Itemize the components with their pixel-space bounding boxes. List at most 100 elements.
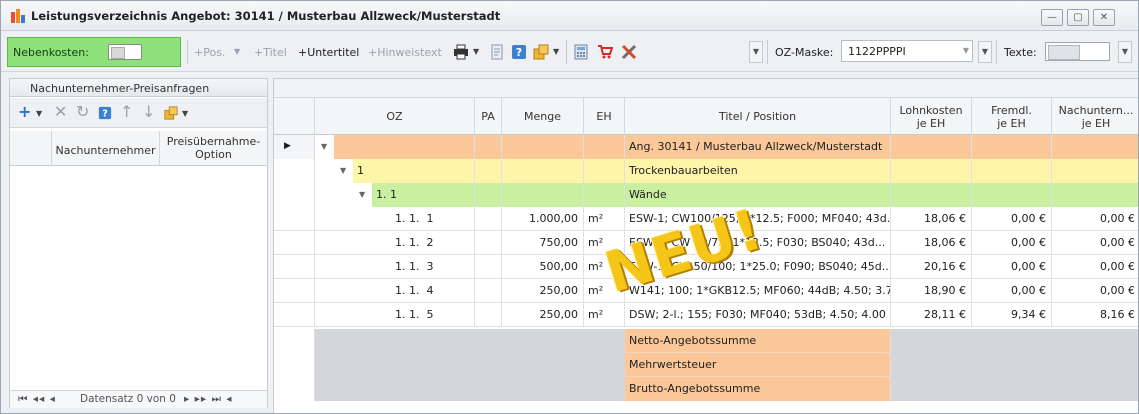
chevron-down-icon[interactable]: ▼ — [749, 41, 763, 63]
summary-row: Netto-Angebotssumme — [274, 329, 1138, 353]
help-icon[interactable]: ? — [511, 44, 527, 60]
column-header-fremdl[interactable]: Fremdl. je EH — [972, 98, 1052, 135]
fremd-cell[interactable]: 0,00 € — [972, 255, 1052, 279]
lohn-cell[interactable]: 20,16 € — [891, 255, 972, 279]
nach-cell[interactable]: 0,00 € — [1052, 207, 1138, 231]
chevron-down-icon[interactable]: ▼ — [978, 41, 992, 63]
add-position-button[interactable]: +Pos. — [194, 46, 225, 59]
add-hinweistext-button[interactable]: +Hinweistext — [368, 46, 442, 59]
column-header-eh[interactable]: EH — [584, 98, 625, 135]
column-header-nachuntern[interactable]: Nachuntern... je EH — [1052, 98, 1138, 135]
shopping-cart-icon[interactable] — [597, 44, 613, 60]
column-header-menge[interactable]: Menge — [502, 98, 584, 135]
fremd-cell[interactable]: 0,00 € — [972, 231, 1052, 255]
chevron-down-icon[interactable]: ▼ — [234, 47, 240, 56]
navigator-record-text: Datensatz 0 von 0 — [80, 393, 176, 405]
svg-text:?: ? — [102, 109, 108, 120]
nach-cell[interactable]: 0,00 € — [1052, 279, 1138, 303]
lohn-cell[interactable]: 28,11 € — [891, 303, 972, 327]
table-row[interactable]: ▼ 1 Trockenbauarbeiten — [274, 159, 1138, 183]
add-icon[interactable]: + — [18, 104, 31, 120]
lohn-cell[interactable]: 18,06 € — [891, 207, 972, 231]
fremd-cell — [972, 183, 1052, 207]
chevron-down-icon[interactable]: ▼ — [963, 46, 969, 55]
column-header-lohnkosten[interactable]: Lohnkosten je EH — [891, 98, 972, 135]
menge-cell[interactable]: 500,00 — [502, 255, 584, 279]
pa-cell[interactable] — [475, 207, 502, 231]
document-preview-icon[interactable] — [489, 44, 505, 60]
oz-cell[interactable]: 1. 1. 5 — [391, 303, 475, 327]
menge-cell[interactable]: 750,00 — [502, 231, 584, 255]
lohn-cell[interactable]: 18,06 € — [891, 231, 972, 255]
chevron-down-icon[interactable]: ▼ — [473, 47, 479, 56]
texte-toggle[interactable] — [1045, 42, 1110, 61]
navigator-first-prev-icons[interactable]: ⏮ ◂◂ ◂ — [18, 393, 56, 406]
column-header-pa[interactable]: PA — [475, 98, 502, 135]
calculator-icon[interactable] — [573, 44, 589, 60]
titel-cell[interactable]: DSW; 2-l.; 155; F030; MF040; 53dB; 4.50;… — [625, 303, 891, 327]
expand-toggle[interactable]: ▼ — [315, 135, 334, 159]
add-titel-button[interactable]: +Titel — [254, 46, 287, 59]
fremd-cell[interactable]: 9,34 € — [972, 303, 1052, 327]
oz-maske-label: OZ-Maske: — [775, 46, 834, 59]
move-down-icon[interactable]: ↓ — [142, 104, 155, 120]
column-header-oz[interactable]: OZ — [315, 98, 475, 135]
table-row[interactable]: 1. 1. 4 250,00 m² W141; 100; 1*GKB12.5; … — [274, 279, 1138, 303]
package-icon[interactable] — [533, 44, 549, 60]
oz-cell[interactable]: 1. 1. 4 — [391, 279, 475, 303]
lohn-cell[interactable]: 18,90 € — [891, 279, 972, 303]
nach-cell[interactable]: 8,16 € — [1052, 303, 1138, 327]
undo-icon[interactable]: ↻ — [76, 104, 89, 120]
package-icon[interactable] — [164, 106, 178, 120]
oz-cell[interactable]: 1. 1. 3 — [391, 255, 475, 279]
column-header-nachunternehmer[interactable]: Nachunternehmer — [52, 131, 160, 166]
table-row[interactable]: ▼ 1. 1 Wände — [274, 183, 1138, 207]
menge-cell[interactable]: 1.000,00 — [502, 207, 584, 231]
pa-cell[interactable] — [475, 255, 502, 279]
column-header-preisuebernahme[interactable]: Preisübernahme-Option — [160, 131, 267, 166]
current-row-arrow-icon: ▶ — [284, 141, 291, 151]
summary-row: Mehrwertsteuer — [274, 353, 1138, 377]
help-icon[interactable]: ? — [98, 106, 112, 120]
nach-cell[interactable]: 0,00 € — [1052, 231, 1138, 255]
column-header-titel[interactable]: Titel / Position — [625, 98, 891, 135]
nach-cell[interactable]: 0,00 € — [1052, 255, 1138, 279]
table-row[interactable]: 1. 1. 5 250,00 m² DSW; 2-l.; 155; F030; … — [274, 303, 1138, 327]
pa-cell[interactable] — [475, 303, 502, 327]
minimize-button[interactable]: — — [1041, 9, 1063, 26]
tools-icon[interactable] — [621, 44, 637, 60]
printer-icon[interactable] — [453, 44, 469, 60]
chevron-down-icon[interactable]: ▼ — [36, 109, 42, 118]
eh-cell[interactable]: m² — [584, 207, 625, 231]
expand-toggle[interactable]: ▼ — [353, 183, 372, 207]
delete-icon[interactable]: ✕ — [54, 104, 67, 120]
chevron-down-icon[interactable]: ▼ — [1118, 41, 1132, 63]
menge-cell[interactable]: 250,00 — [502, 303, 584, 327]
move-up-icon[interactable]: ↑ — [120, 104, 133, 120]
fremd-cell[interactable]: 0,00 € — [972, 207, 1052, 231]
chevron-down-icon[interactable]: ▼ — [321, 135, 327, 158]
oz-cell: 1. 1 — [372, 183, 475, 207]
chevron-down-icon[interactable]: ▼ — [182, 109, 188, 118]
oz-cell[interactable]: 1. 1. 2 — [391, 231, 475, 255]
navigator-next-last-icons[interactable]: ▸ ▸▸ ⏭ ◂ — [184, 393, 233, 406]
menge-cell[interactable]: 250,00 — [502, 279, 584, 303]
chevron-down-icon[interactable]: ▼ — [553, 47, 559, 56]
chevron-down-icon[interactable]: ▼ — [340, 159, 346, 182]
oz-cell[interactable]: 1. 1. 1 — [391, 207, 475, 231]
pa-cell[interactable] — [475, 231, 502, 255]
add-untertitel-button[interactable]: +Untertitel — [298, 46, 359, 59]
eh-cell[interactable]: m² — [584, 303, 625, 327]
summary-row: Brutto-Angebotssumme — [274, 377, 1138, 401]
oz-maske-select[interactable]: 1122PPPPI ▼ — [841, 40, 973, 62]
fremd-cell[interactable]: 0,00 € — [972, 279, 1052, 303]
nebenkosten-toggle[interactable] — [108, 44, 142, 60]
expand-toggle[interactable]: ▼ — [334, 159, 353, 183]
maximize-button[interactable]: ▢ — [1067, 9, 1089, 26]
close-button[interactable]: ✕ — [1093, 9, 1115, 26]
pa-cell[interactable] — [475, 279, 502, 303]
chevron-down-icon[interactable]: ▼ — [359, 183, 365, 206]
panel-grid-header: Nachunternehmer Preisübernahme-Option — [10, 131, 267, 166]
table-row[interactable]: ▶ ▼ Ang. 30141 / Musterbau Allzweck/Must… — [274, 135, 1138, 159]
